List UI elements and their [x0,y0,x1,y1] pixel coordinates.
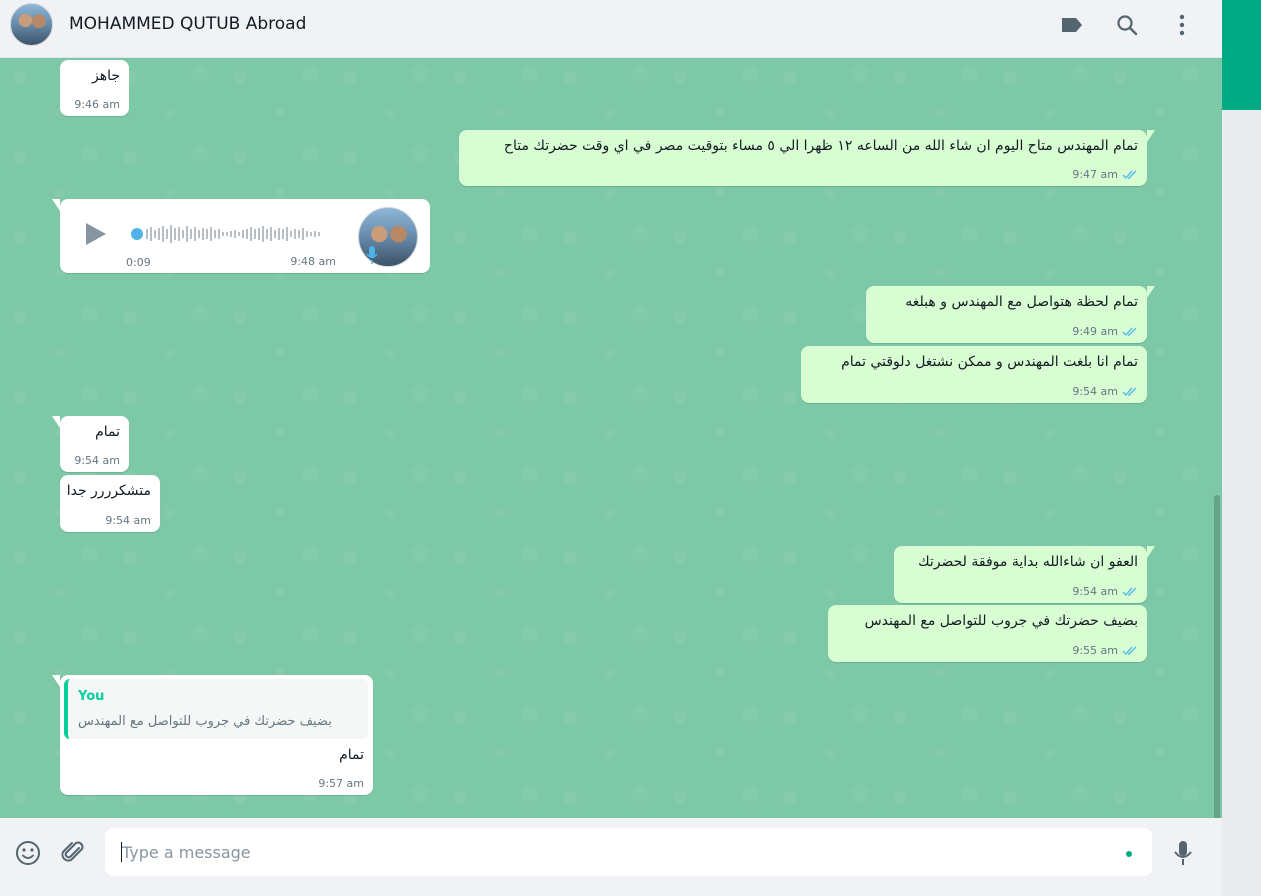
message-text: بضيف حضرتك في جروب للتواصل مع المهندس [864,613,1138,629]
read-ticks-icon [1122,587,1137,597]
message-time: 9:54 am [1072,385,1118,398]
message-meta: 9:47 am [1072,168,1138,181]
read-ticks-icon [1122,646,1137,656]
chat-scrollbar[interactable] [1214,495,1220,818]
message-time: 9:55 am [1072,644,1118,657]
message-time: 9:54 am [105,514,151,527]
message-meta: 9:54 am [1072,385,1138,398]
read-ticks-icon [1122,327,1137,337]
message-time: 9:54 am [74,454,120,467]
bubble-tail [1147,286,1155,298]
message-meta: 9:49 am [1072,325,1138,338]
menu-icon[interactable] [1169,12,1195,38]
message-time: 9:47 am [1072,168,1118,181]
contact-name[interactable]: MOHAMMED QUTUB Abroad [69,14,306,34]
microphone-icon [366,246,378,264]
message-meta: 9:54 am [105,514,151,527]
message-composer [0,818,1222,888]
message-outgoing[interactable]: بضيف حضرتك في جروب للتواصل مع المهندس 9:… [828,605,1147,662]
search-icon[interactable] [1114,12,1140,38]
message-outgoing[interactable]: تمام لحظة هتواصل مع المهندس و هبلغه 9:49… [866,286,1155,343]
emoji-icon[interactable] [14,839,42,867]
message-time: 9:57 am [318,777,364,790]
message-outgoing[interactable]: تمام انا بلغت المهندس و ممكن نشتغل دلوقت… [801,346,1147,403]
voice-waveform[interactable] [130,223,330,245]
label-icon[interactable] [1059,12,1085,38]
message-text: تمام انا بلغت المهندس و ممكن نشتغل دلوقت… [841,354,1138,370]
message-incoming[interactable]: تمام 9:54 am [52,416,129,472]
reply-message[interactable]: You بضيف حضرتك في جروب للتواصل مع المهند… [52,675,373,795]
side-panel-accent [1222,0,1261,110]
message-input[interactable] [105,828,1152,876]
quoted-message[interactable]: You بضيف حضرتك في جروب للتواصل مع المهند… [64,679,368,739]
message-text: العفو ان شاءالله بداية موفقة لحضرتك [918,554,1138,570]
message-outgoing[interactable]: العفو ان شاءالله بداية موفقة لحضرتك 9:54… [894,546,1155,603]
status-dot [1126,851,1132,857]
microphone-icon[interactable] [1169,839,1197,867]
quote-author: You [78,689,105,704]
message-text: تمام [95,424,120,440]
voice-duration: 0:09 [126,256,151,269]
message-outgoing[interactable]: تمام المهندس متاح اليوم ان شاء الله من ا… [459,130,1155,186]
message-time: 9:46 am [74,98,120,111]
play-icon[interactable] [82,221,108,247]
message-meta: 9:57 am [318,777,364,790]
message-incoming[interactable]: متشكرررر جدا 9:54 am [60,475,160,532]
message-meta: 9:55 am [1072,644,1138,657]
message-text: تمام لحظة هتواصل مع المهندس و هبلغه [905,294,1138,310]
message-meta: 9:46 am [74,98,120,111]
message-meta: 9:48 am [290,255,336,268]
side-panel-strip [1222,0,1261,896]
message-text: جاهز [91,68,120,84]
quote-text: بضيف حضرتك في جروب للتواصل مع المهندس [78,714,332,729]
chat-messages-area[interactable]: جاهز 9:46 am تمام المهندس متاح اليوم ان … [0,58,1222,818]
message-time: 9:54 am [1072,585,1118,598]
bubble-tail [52,416,60,428]
message-time: 9:49 am [1072,325,1118,338]
message-text: تمام [339,747,364,763]
message-time: 9:48 am [290,255,336,268]
chat-header: MOHAMMED QUTUB Abroad [0,0,1222,58]
message-meta: 9:54 am [1072,585,1138,598]
read-ticks-icon [1122,170,1137,180]
message-text: متشكرررر جدا [66,483,151,499]
bubble-tail [52,675,60,687]
text-caret [121,842,122,862]
whatsapp-chat-window: MOHAMMED QUTUB Abroad جاهز 9:46 am تمام … [0,0,1222,896]
bubble-tail [1147,546,1155,558]
bubble-tail [1147,130,1155,142]
voice-message[interactable]: 0:09 9:48 am [52,199,430,273]
message-text: تمام المهندس متاح اليوم ان شاء الله من ا… [503,138,1138,154]
attach-icon[interactable] [59,839,87,867]
contact-avatar[interactable] [10,3,53,46]
bubble-tail [52,199,60,211]
message-meta: 9:54 am [74,454,120,467]
read-ticks-icon [1122,387,1137,397]
message-incoming[interactable]: جاهز 9:46 am [60,60,129,116]
